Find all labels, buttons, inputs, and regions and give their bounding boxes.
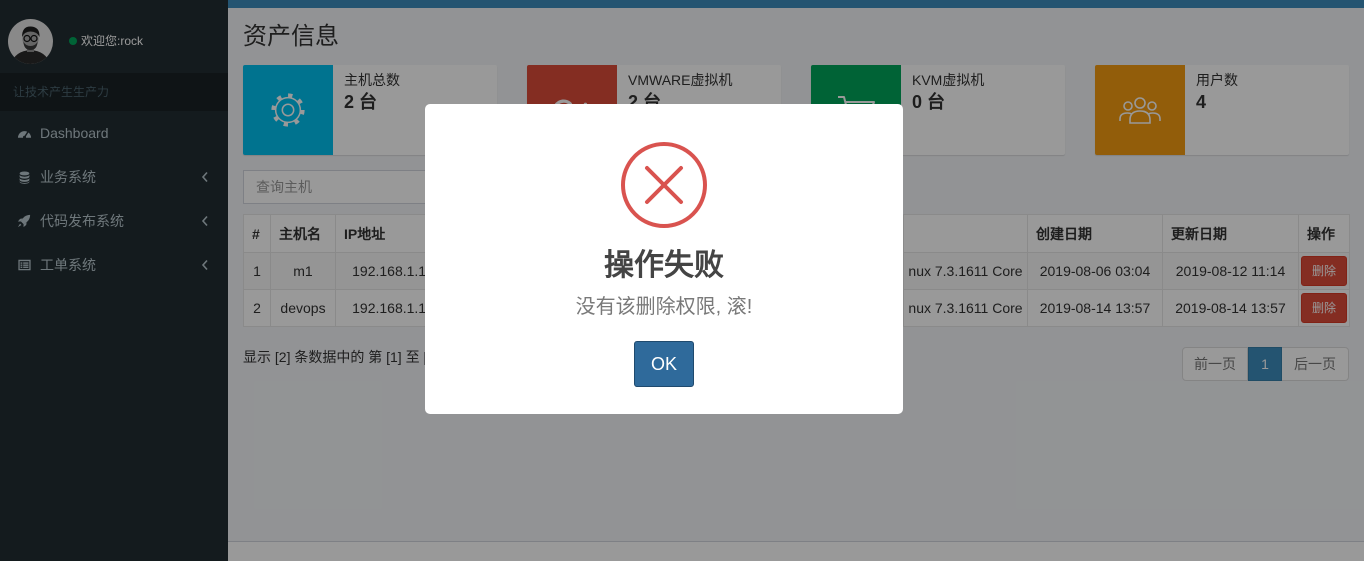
error-dialog: 操作失败 没有该删除权限, 滚! OK [425,104,903,414]
dialog-title: 操作失败 [604,249,724,282]
error-icon [621,142,707,228]
ok-button[interactable]: OK [634,341,694,387]
dialog-message: 没有该删除权限, 滚! [575,296,753,318]
